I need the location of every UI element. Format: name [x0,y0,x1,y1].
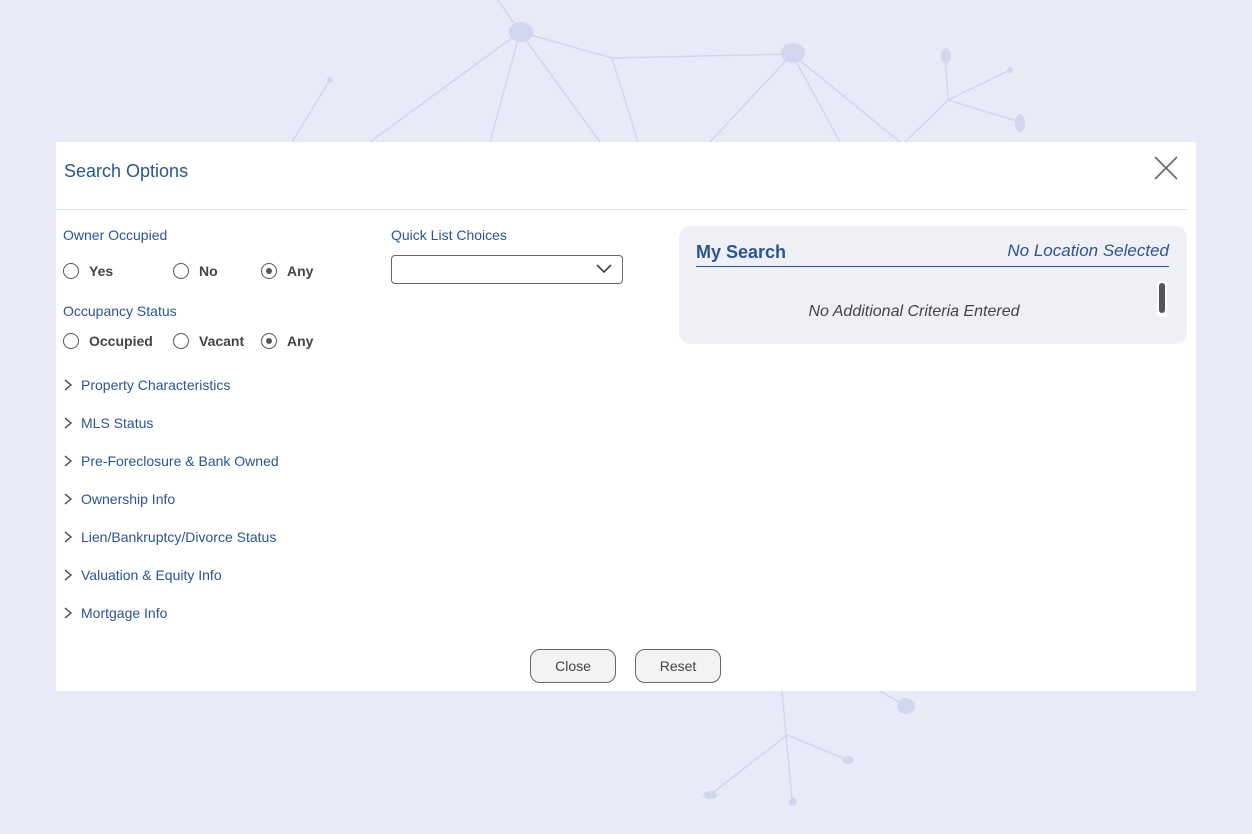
close-button[interactable]: Close [530,649,616,683]
quick-list-label: Quick List Choices [391,227,507,243]
my-search-title: My Search [696,242,787,262]
section-mortgage-info[interactable]: Mortgage Info [63,605,167,621]
chevron-right-icon [64,607,73,619]
occupancy-any-radio[interactable]: Any [261,333,313,349]
close-x-icon[interactable] [1153,155,1179,181]
radio-label: Any [287,263,314,279]
radio-circle-checked [261,263,277,279]
chevron-right-icon [64,379,73,391]
section-ownership-info[interactable]: Ownership Info [63,491,175,507]
radio-circle-checked [261,333,277,349]
section-label: Pre-Foreclosure & Bank Owned [81,453,279,469]
radio-label: Occupied [89,333,153,349]
section-label: MLS Status [81,415,154,431]
section-lien-bankruptcy-divorce[interactable]: Lien/Bankruptcy/Divorce Status [63,529,276,545]
scrollbar-thumb[interactable] [1159,283,1165,313]
owner-occupied-no-radio[interactable]: No [173,263,218,279]
radio-circle [63,263,79,279]
section-mls-status[interactable]: MLS Status [63,415,153,431]
chevron-right-icon [64,569,73,581]
reset-button[interactable]: Reset [635,649,721,683]
my-search-scrollbar[interactable] [1157,281,1167,317]
chevron-right-icon [64,531,73,543]
section-valuation-equity[interactable]: Valuation & Equity Info [63,567,222,583]
owner-occupied-any-radio[interactable]: Any [261,263,313,279]
section-label: Ownership Info [81,491,176,507]
radio-label: No [199,263,218,279]
radio-label: Any [287,333,314,349]
search-options-dialog: Search Options Owner Occupied Yes No Any… [56,142,1196,691]
radio-label: Yes [89,263,114,279]
section-pre-foreclosure[interactable]: Pre-Foreclosure & Bank Owned [63,453,279,469]
dialog-title: Search Options [64,161,189,181]
occupancy-occupied-radio[interactable]: Occupied [63,333,153,349]
section-label: Valuation & Equity Info [81,567,222,583]
my-search-criteria: No Additional Criteria Entered [808,303,1020,320]
radio-circle [173,263,189,279]
chevron-right-icon [64,417,73,429]
my-search-location[interactable]: No Location Selected [1007,241,1169,261]
quick-list-select[interactable] [391,255,623,284]
section-property-characteristics[interactable]: Property Characteristics [63,377,230,393]
radio-circle [173,333,189,349]
my-search-underline [696,266,1169,267]
my-search-panel: My Search No Location Selected No Additi… [679,226,1187,344]
chevron-right-icon [64,455,73,467]
owner-occupied-label: Owner Occupied [63,227,168,243]
section-label: Lien/Bankruptcy/Divorce Status [81,529,277,545]
radio-label: Vacant [199,333,245,349]
section-label: Property Characteristics [81,377,231,393]
occupancy-vacant-radio[interactable]: Vacant [173,333,244,349]
chevron-down-icon [596,264,612,274]
occupancy-status-label: Occupancy Status [63,303,177,319]
chevron-right-icon [64,493,73,505]
owner-occupied-yes-radio[interactable]: Yes [63,263,113,279]
title-divider [56,209,1187,210]
radio-circle [63,333,79,349]
section-label: Mortgage Info [81,605,168,621]
